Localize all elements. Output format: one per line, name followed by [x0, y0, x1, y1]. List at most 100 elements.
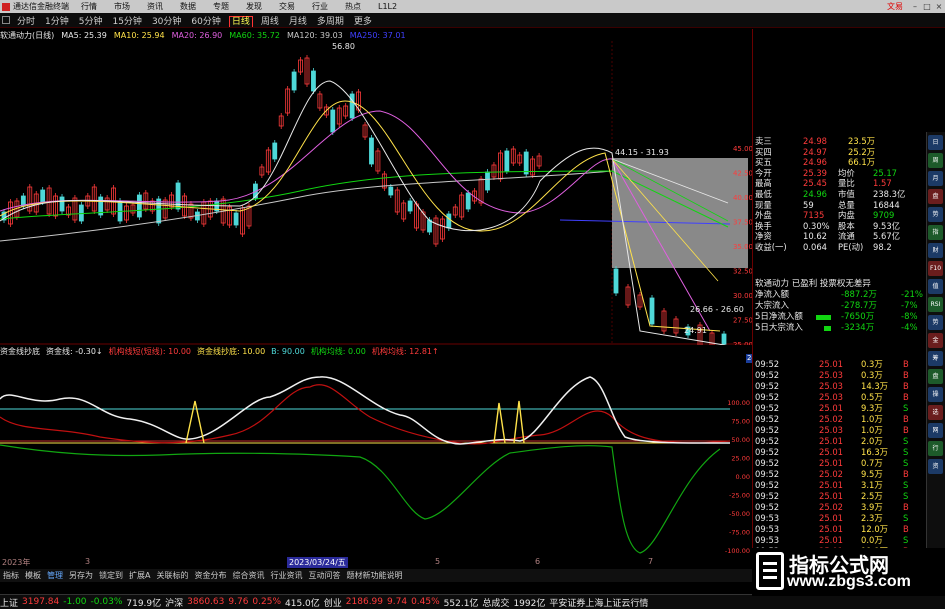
period-0[interactable]: 分时 — [15, 17, 37, 27]
menu-item-7[interactable]: 行业 — [312, 2, 328, 11]
tab-3[interactable]: 另存为 — [69, 570, 93, 581]
main-menu: 行情 市场 资讯 数据 专题 发现 交易 行业 热点 L1L2 — [81, 1, 414, 12]
status-item-13: 0.45% — [411, 597, 440, 607]
period-7[interactable]: 周线 — [259, 17, 281, 27]
tab-6[interactable]: 关联标的 — [156, 570, 188, 581]
tick-direction: S — [903, 458, 909, 468]
tab-11[interactable]: 题材新功能说明 — [346, 570, 402, 581]
menu-item-2[interactable]: 资讯 — [147, 2, 163, 11]
tab-0[interactable]: 指标 — [3, 570, 19, 581]
minimize-icon[interactable]: – — [909, 2, 921, 11]
status-item-9: 415.0亿 — [285, 598, 320, 609]
side-tab-9[interactable]: RSI — [928, 297, 943, 312]
trading-terminal: { "titlebar":{"app_name":"通达信金融终端","menu… — [0, 0, 945, 609]
tab-8[interactable]: 综合资讯 — [232, 570, 264, 581]
side-tab-4[interactable]: 势 — [928, 207, 943, 222]
side-tab-8[interactable]: 值 — [928, 279, 943, 294]
tick-row: 09:52 25.01 2.5万 S — [753, 491, 925, 502]
side-tab-3[interactable]: 盘 — [928, 189, 943, 204]
fund-flow-value: -278.7万 — [841, 301, 877, 311]
side-tab-0[interactable]: 日 — [928, 135, 943, 150]
quote-table: 卖三 24.98 23.5万 买四 24.97 25.2万 买五 24.96 66.1万 今开 25… — [753, 136, 925, 253]
menu-item-8[interactable]: 热点 — [345, 2, 361, 11]
tab-2[interactable]: 管理 — [47, 570, 63, 581]
quote-value: 24.98 — [803, 136, 827, 146]
status-item-2: -1.00 — [63, 597, 87, 607]
side-tab-6[interactable]: 财 — [928, 243, 943, 258]
quote-panel: 卖三 24.98 23.5万 买四 24.97 25.2万 买五 24.96 66.1万 今开 25… — [752, 29, 945, 569]
side-tab-5[interactable]: 指 — [928, 225, 943, 240]
quote-value: 24.96 — [803, 188, 827, 199]
candle-body — [291, 71, 297, 91]
tick-price: 25.01 — [819, 535, 843, 545]
indicator-legend-item-4: B: 90.00 — [271, 346, 305, 356]
tick-volume: 16.3万 — [861, 447, 889, 457]
side-tab-16[interactable]: 网 — [928, 423, 943, 438]
tick-price: 25.01 — [819, 524, 843, 534]
side-tab-15[interactable]: 选 — [928, 405, 943, 420]
side-tab-18[interactable]: 资 — [928, 459, 943, 474]
menu-item-5[interactable]: 发现 — [246, 2, 262, 11]
x-axis-label-1: 3 — [85, 557, 91, 566]
period-5[interactable]: 60分钟 — [189, 17, 222, 27]
fund-flow-label: 5日净流入额 — [755, 312, 803, 322]
close-icon[interactable]: × — [933, 2, 945, 11]
tab-1[interactable]: 模板 — [25, 570, 41, 581]
menu-item-9[interactable]: L1L2 — [378, 2, 397, 11]
period-3[interactable]: 15分钟 — [110, 17, 143, 27]
period-9[interactable]: 多周期 — [315, 17, 346, 27]
period-4[interactable]: 30分钟 — [150, 17, 183, 27]
side-tab-13[interactable]: 盘 — [928, 369, 943, 384]
y-tick-main: 32.50 — [733, 268, 752, 276]
fund-flow-indicator-chart[interactable]: 100.00 75.00 50.00 25.00 0.00 -25.00 -50.00 -75… — [0, 357, 752, 557]
maximize-icon[interactable]: □ — [921, 2, 933, 11]
tab-9[interactable]: 行业资讯 — [270, 570, 302, 581]
toggle-checkbox-icon[interactable] — [2, 16, 10, 24]
tab-5[interactable]: 扩展A — [129, 570, 150, 581]
period-10[interactable]: 更多 — [352, 17, 374, 27]
menu-item-1[interactable]: 市场 — [114, 2, 130, 11]
tab-7[interactable]: 资金分布 — [194, 570, 226, 581]
menu-item-0[interactable]: 行情 — [81, 2, 97, 11]
status-item-4: 719.9亿 — [126, 598, 162, 609]
side-tab-12[interactable]: 筹 — [928, 351, 943, 366]
tick-row: 09:52 25.03 1.0万 B — [753, 425, 925, 436]
candlestick-chart[interactable]: 56.80 44.15 - 31.93 26.66 - 26.60 24.91 … — [0, 41, 752, 345]
tick-row: 09:52 25.02 9.5万 B — [753, 469, 925, 480]
side-tab-1[interactable]: 周 — [928, 153, 943, 168]
period-6[interactable]: 日线 — [228, 15, 253, 27]
period-1[interactable]: 1分钟 — [43, 17, 71, 27]
fund-flow-percent: -8% — [901, 312, 918, 322]
menu-item-4[interactable]: 专题 — [213, 2, 229, 11]
side-tab-7[interactable]: F10 — [928, 261, 943, 276]
side-tab-14[interactable]: 操 — [928, 387, 943, 402]
y-tick-sub: 25.00 — [731, 455, 750, 463]
tick-price: 25.03 — [819, 392, 843, 402]
ma-legend-item-5: MA250: 37.01 — [349, 30, 406, 40]
tick-list[interactable]: 09:52 25.01 0.3万 B 09:52 25.03 0.3万 B 09:52 25.03… — [753, 359, 925, 557]
candle-body — [40, 189, 46, 203]
tick-direction: S — [903, 513, 909, 523]
menu-item-3[interactable]: 数据 — [180, 2, 196, 11]
period-8[interactable]: 月线 — [287, 17, 309, 27]
y-tick-sub: -75.00 — [729, 529, 750, 537]
tab-4[interactable]: 锁定到 — [99, 570, 123, 581]
quote-label2: PE(动) — [838, 241, 864, 252]
indicator-legend-item-0: 资金线抄底 — [0, 346, 40, 356]
quote-value: 59 — [803, 199, 814, 210]
y-tick-main: 42.50 — [733, 170, 752, 178]
side-tab-17[interactable]: 行 — [928, 441, 943, 456]
y-tick-sub: 0.00 — [736, 473, 750, 481]
side-tab-10[interactable]: 势 — [928, 315, 943, 330]
tick-volume: 12.0万 — [861, 524, 889, 534]
ma120-line — [0, 170, 613, 242]
period-2[interactable]: 5分钟 — [77, 17, 105, 27]
range-highlight-box[interactable] — [612, 158, 748, 268]
tab-10[interactable]: 互动问答 — [308, 570, 340, 581]
status-item-0: 上证 — [0, 598, 19, 609]
side-tab-2[interactable]: 月 — [928, 171, 943, 186]
menu-item-6[interactable]: 交易 — [279, 2, 295, 11]
side-tab-11[interactable]: 金 — [928, 333, 943, 348]
tick-time: 09:53 — [755, 535, 780, 545]
tick-price: 25.01 — [819, 458, 843, 468]
